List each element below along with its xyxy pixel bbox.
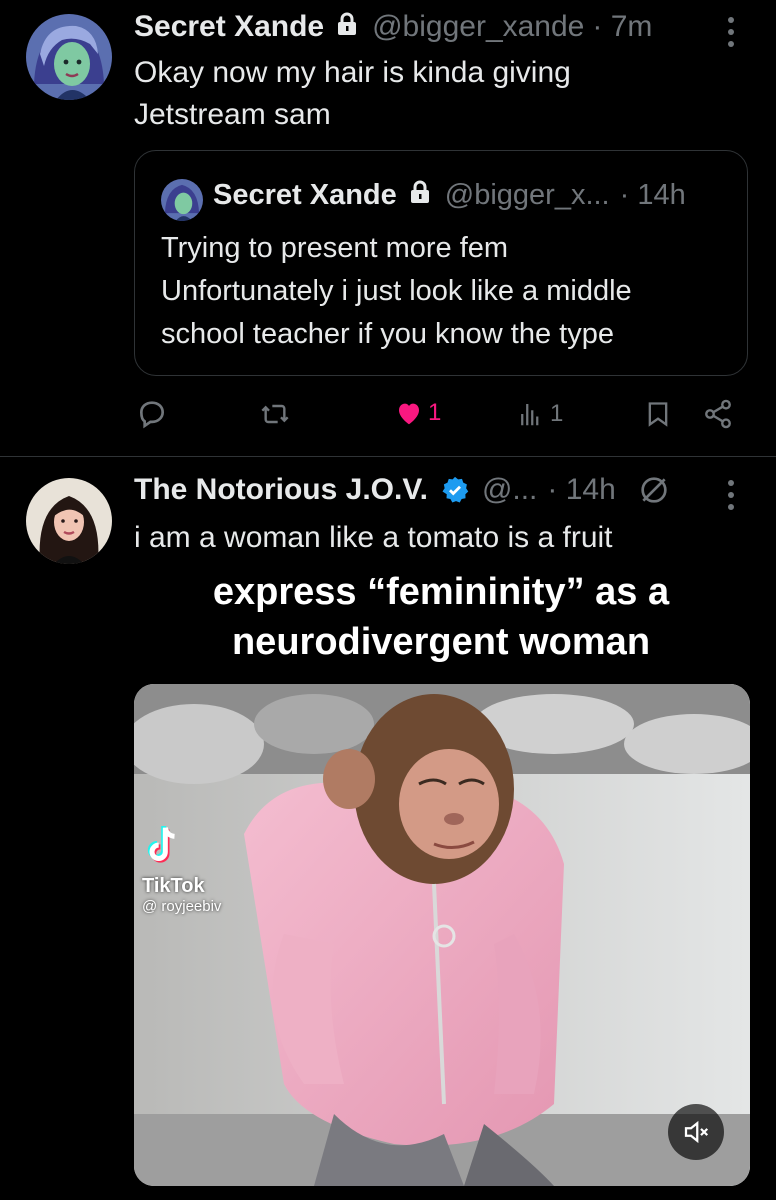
views-button[interactable]: 1 [516,398,563,430]
share-button[interactable] [702,398,734,430]
retweet-button[interactable] [258,398,292,430]
quote-text-line: Trying to present more fem [161,232,509,264]
quote-text-line: school teacher if you know the type [161,318,614,350]
views-icon [521,404,539,426]
reply-icon [139,401,165,429]
tweet-text-line: Jetstream sam [134,98,331,131]
handle[interactable]: @bigger_xande [372,10,584,44]
timestamp[interactable]: · 7m [592,10,652,44]
quote-display-name: Secret Xande [213,179,397,211]
grok-icon[interactable] [638,474,670,506]
avatar[interactable] [26,14,112,100]
more-icon[interactable] [716,475,746,515]
lock-icon [409,179,431,212]
handle[interactable]: @... [482,473,537,507]
quote-avatar [161,179,203,221]
tiktok-watermark: TikTok @ royjeebiv [142,824,221,915]
timestamp[interactable]: · 14h [547,473,615,507]
tiktok-icon [147,826,175,863]
like-button[interactable]: 1 [394,398,441,428]
bookmark-icon [648,402,668,427]
view-count: 1 [550,400,564,427]
quote-timestamp: · 14h [619,179,686,211]
quote-text-line: Unfortunately i just look like a middle [161,275,632,307]
caption-line: express “femininity” as a [212,571,670,613]
mute-icon [684,1120,709,1144]
video-player[interactable]: TikTok @ royjeebiv [134,684,750,1186]
like-count: 1 [428,399,442,426]
share-icon [705,399,731,429]
tiktok-handle: @ royjeebiv [142,898,222,915]
quote-handle: @bigger_x... [444,179,610,211]
verified-icon [440,475,470,505]
tiktok-name: TikTok [142,875,205,897]
quote-tweet[interactable]: Secret Xande @bigger_x... · 14h Trying t… [134,150,748,376]
avatar[interactable] [26,478,112,564]
mute-button[interactable] [668,1104,724,1160]
action-bar: 1 1 [0,394,776,438]
bookmark-button[interactable] [644,398,672,430]
more-icon[interactable] [716,12,746,52]
display-name[interactable]: The Notorious J.O.V. [134,473,428,507]
caption-line: neurodivergent woman [231,621,651,663]
lock-icon [336,10,358,44]
display-name[interactable]: Secret Xande [134,10,324,44]
tweet-1[interactable]: Secret Xande @bigger_xande · 7m Okay now… [0,0,776,456]
video-frame [134,684,750,1186]
heart-icon [399,403,419,425]
tweet-text: i am a woman like a tomato is a fruit [134,521,613,554]
tweet-text-line: Okay now my hair is kinda giving [134,56,571,89]
reply-button[interactable] [136,398,168,430]
retweet-icon [261,404,289,424]
